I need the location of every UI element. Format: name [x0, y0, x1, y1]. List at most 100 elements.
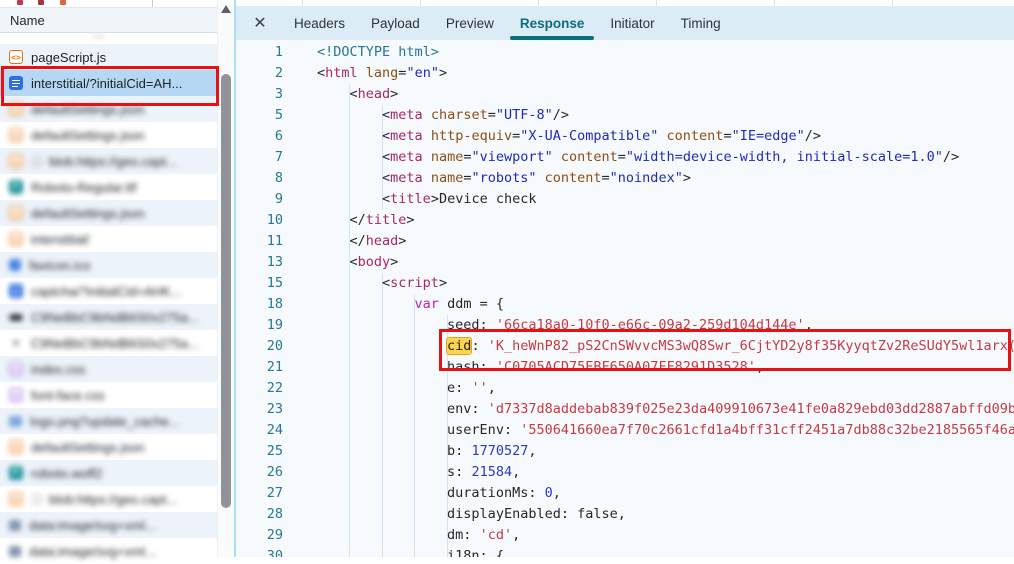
code-line-29: 29 dm: 'cd', [236, 525, 1014, 546]
network-request-row[interactable]: C9NeBbC9bNdB6S0x275a... [0, 330, 217, 356]
css-file-icon: {} [9, 362, 23, 376]
line-number: 22 [236, 378, 283, 399]
network-request-row[interactable]: logo.png?update_cache... [0, 408, 217, 434]
network-request-row[interactable]: ... [0, 33, 217, 44]
code-line-10: 10 </title> [236, 210, 1014, 231]
pill-file-icon [9, 314, 23, 321]
svg-file-icon [9, 520, 21, 531]
tab-preview[interactable]: Preview [433, 6, 507, 40]
line-number: 8 [236, 168, 283, 189]
doc-file-icon [9, 284, 23, 298]
json-file-icon: {} [9, 492, 23, 506]
line-content: <title>Device check [317, 189, 537, 210]
sidebar-scrollbar[interactable] [217, 0, 234, 557]
request-name-label: roboto.woff2 [31, 466, 102, 481]
request-name-label: interstitial/?initialCid=AH... [31, 76, 182, 91]
line-content: dm: 'cd', [317, 525, 520, 546]
line-content: displayEnabled: false, [317, 504, 626, 525]
network-request-list: ...<>pageScript.js interstitial/?initialC… [0, 0, 234, 557]
line-number: 24 [236, 420, 283, 441]
svg-file-icon [9, 546, 21, 557]
line-number: 10 [236, 210, 283, 231]
line-content: b: 1770527, [317, 441, 536, 462]
line-number: 13 [236, 252, 283, 273]
tab-initiator[interactable]: Initiator [597, 6, 667, 40]
tab-payload[interactable]: Payload [358, 6, 433, 40]
line-content: <meta name="robots" content="noindex"> [317, 168, 691, 189]
network-request-row[interactable]: Froboto.woff2 [0, 460, 217, 486]
network-request-row[interactable]: {}defaultSettings.json [0, 434, 217, 460]
network-request-row[interactable]: {}font-face.css [0, 382, 217, 408]
line-content: var ddm = { [317, 294, 504, 315]
code-line-26: 26 s: 21584, [236, 462, 1014, 483]
line-number: 27 [236, 483, 283, 504]
line-number: 18 [236, 294, 283, 315]
network-request-row[interactable]: <>pageScript.js [0, 44, 217, 70]
request-detail-panel: ✕ HeadersPayloadPreviewResponseInitiator… [236, 0, 1014, 557]
network-request-row[interactable]: captcha/?initialCid=AHK... [0, 278, 217, 304]
response-body-viewer[interactable]: 1<!DOCTYPE html>2<html lang="en">3 <head… [236, 40, 1014, 557]
scrollbar-thumb[interactable] [221, 74, 231, 508]
network-request-row[interactable]: data:image/svg+xml... [0, 538, 217, 564]
line-number: 5 [236, 105, 283, 126]
code-line-6: 6 <meta http-equiv="X-UA-Compatible" con… [236, 126, 1014, 147]
request-name-label: defaultSettings.json [31, 102, 144, 117]
name-column-header[interactable]: Name [0, 7, 217, 33]
line-content: s: 21584, [317, 462, 520, 483]
code-line-3: 3 <head> [236, 84, 1014, 105]
code-line-18: 18 var ddm = { [236, 294, 1014, 315]
line-number: 30 [236, 546, 283, 557]
close-icon[interactable]: ✕ [249, 13, 271, 33]
line-content: userEnv: '550641660ea7f70c2661cfd1a4bff3… [317, 420, 1014, 441]
code-line-24: 24 userEnv: '550641660ea7f70c2661cfd1a4b… [236, 420, 1014, 441]
line-content: env: 'd7337d8addebab839f025e23da40991067… [317, 399, 1014, 420]
code-line-30: 30 i18n: { [236, 546, 1014, 557]
code-line-2: 2<html lang="en"> [236, 63, 1014, 84]
tab-response[interactable]: Response [507, 6, 598, 40]
json-file-icon: {} [9, 154, 23, 168]
line-content: cid: 'K_heWnP82_pS2CnSWvvcMS3wQ8Swr_6Cjt… [317, 336, 1014, 357]
network-request-row[interactable]: F Roboto-Regular.ttf [0, 174, 217, 200]
detail-tabbar: ✕ HeadersPayloadPreviewResponseInitiator… [236, 6, 1014, 40]
network-request-row[interactable]: favicon.ico [0, 252, 217, 278]
tab-timing[interactable]: Timing [668, 6, 734, 40]
code-line-7: 7 <meta name="viewport" content="width=d… [236, 147, 1014, 168]
response-code: 1<!DOCTYPE html>2<html lang="en">3 <head… [236, 42, 1014, 557]
code-line-25: 25 b: 1770527, [236, 441, 1014, 462]
network-request-row[interactable]: {}interstitial/ [0, 226, 217, 252]
network-request-row[interactable]: C9NeBbC9bNdB6S0x275a... [0, 304, 217, 330]
scroll-up-arrow-icon[interactable] [221, 5, 231, 13]
code-line-21: 21 hash: 'C0705ACD75EBF650A07FF8291D3528… [236, 357, 1014, 378]
request-name-label: interstitial/ [31, 232, 90, 247]
network-request-row[interactable]: {}defaultSettings.json [0, 200, 217, 226]
network-request-row[interactable]: {}defaultSettings.json [0, 96, 217, 122]
network-request-row[interactable]: data:image/svg+xml... [0, 512, 217, 538]
request-name-label: C9NeBbC9bNdB6S0x275a... [31, 310, 199, 325]
request-name-label: captcha/?initialCid=AHK... [31, 284, 182, 299]
search-highlight-cid: cid [447, 338, 471, 354]
request-name-label: Roboto-Regular.ttf [31, 180, 137, 195]
doc-file-icon [9, 76, 23, 90]
font-file-icon: F [9, 180, 23, 194]
request-name-label: C9NeBbC9bNdB6S0x275a... [31, 336, 199, 351]
tab-headers[interactable]: Headers [281, 6, 358, 40]
network-request-row[interactable]: interstitial/?initialCid=AH... [0, 70, 217, 96]
line-number: 1 [236, 42, 283, 63]
network-request-row[interactable]: {}defaultSettings.json [0, 122, 217, 148]
line-number: 20 [236, 336, 283, 357]
line-content: e: '', [317, 378, 496, 399]
code-line-19: 19 seed: '66ca18a0-10f0-e66c-09a2-259d10… [236, 315, 1014, 336]
line-content: hash: 'C0705ACD75EBF650A07FF8291D3528', [317, 357, 764, 378]
request-name-label: defaultSettings.json [31, 206, 144, 221]
line-content: </head> [317, 231, 406, 252]
line-content: </title> [317, 210, 415, 231]
line-number: 26 [236, 462, 283, 483]
network-request-row[interactable]: {}ⓘblob:https://geo.capt... [0, 148, 217, 174]
devtools-network-panel: ...<>pageScript.js interstitial/?initialC… [0, 0, 1014, 557]
line-content: durationMs: 0, [317, 483, 561, 504]
request-name-label: data:image/svg+xml... [29, 518, 156, 533]
line-content: seed: '66ca18a0-10f0-e66c-09a2-259d104d1… [317, 315, 813, 336]
network-request-row[interactable]: {}ⓘblob:https://geo.capt... [0, 486, 217, 512]
code-line-22: 22 e: '', [236, 378, 1014, 399]
network-request-row[interactable]: {}index.css [0, 356, 217, 382]
